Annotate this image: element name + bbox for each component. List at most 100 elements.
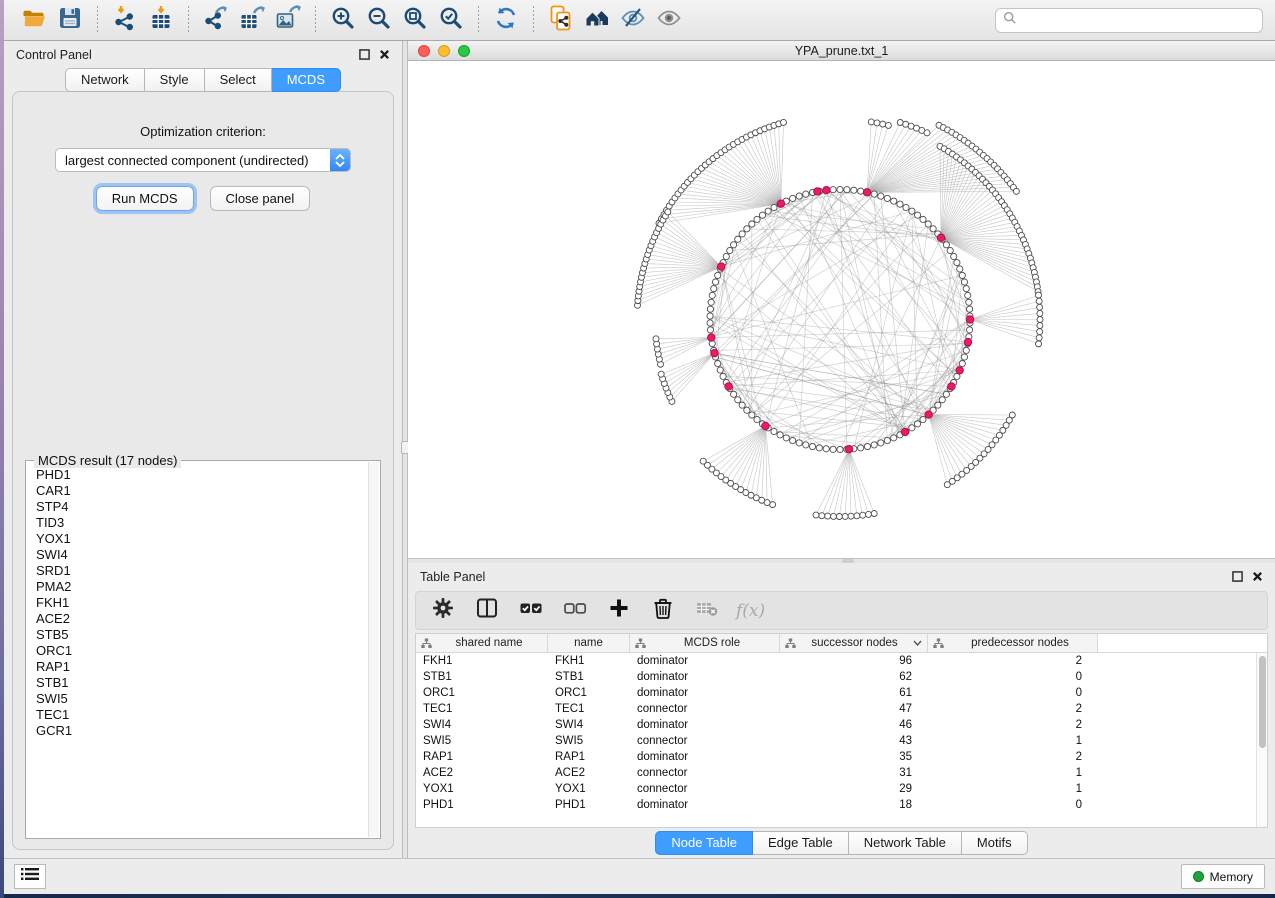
tab-mcds[interactable]: MCDS [272,68,341,92]
cell-shared_name: SWI5 [416,735,548,747]
close-panel-icon[interactable] [1252,571,1263,582]
criterion-select[interactable]: largest connected component (undirected) [55,148,351,172]
search-input[interactable] [1017,13,1255,27]
run-mcds-button[interactable]: Run MCDS [96,186,194,211]
tab-node-table[interactable]: Node Table [655,831,753,855]
table-settings-button[interactable] [428,596,458,626]
network-view[interactable] [408,61,1275,558]
refresh-button[interactable] [491,5,521,35]
save-session-button[interactable] [55,5,85,35]
tab-select[interactable]: Select [205,68,272,92]
cell-predecessor_nodes: 1 [928,767,1098,779]
zoom-in-button[interactable] [328,5,358,35]
mcds-node-pma2[interactable]: PMA2 [36,579,366,595]
table-header: shared namenameMCDS rolesuccessor nodesp… [416,634,1267,653]
column-header-mcds-role[interactable]: MCDS role [630,634,780,652]
search-icon [1003,11,1017,30]
table-body: FKH1FKH1dominator962STB1STB1dominator620… [416,653,1267,813]
table-panel-title: Table Panel [420,570,485,584]
open-session-button[interactable] [19,5,49,35]
close-window-button[interactable] [418,45,430,57]
zoom-selected-button[interactable] [436,5,466,35]
mcds-node-yox1[interactable]: YOX1 [36,531,366,547]
mcds-node-stb1[interactable]: STB1 [36,675,366,691]
float-panel-icon[interactable] [1232,571,1243,582]
main-toolbar [4,0,1275,41]
cell-shared_name: PHD1 [416,799,548,811]
table-scrollbar[interactable] [1256,653,1267,827]
show-graphics-details-button[interactable] [654,5,684,35]
table-row-stb1[interactable]: STB1STB1dominator620 [416,669,1267,685]
select-all-rows-button[interactable] [516,596,546,626]
mcds-node-rap1[interactable]: RAP1 [36,659,366,675]
plus-icon [606,595,632,626]
homes-button[interactable] [582,5,612,35]
cell-name: ORC1 [548,687,630,699]
mcds-node-fkh1[interactable]: FKH1 [36,595,366,611]
mcds-node-tid3[interactable]: TID3 [36,515,366,531]
deselect-all-rows-button[interactable] [560,596,590,626]
export-network-button[interactable] [201,5,231,35]
tab-edge-table[interactable]: Edge Table [753,831,849,855]
mcds-node-orc1[interactable]: ORC1 [36,643,366,659]
horizontal-splitter[interactable] [408,558,1275,563]
zoom-fit-button[interactable] [400,5,430,35]
mcds-node-gcr1[interactable]: GCR1 [36,723,366,739]
mcds-node-srd1[interactable]: SRD1 [36,563,366,579]
mcds-node-stp4[interactable]: STP4 [36,499,366,515]
close-panel-button[interactable]: Close panel [210,186,311,211]
column-header-shared-name[interactable]: shared name [416,634,548,652]
cell-mcds_role: connector [630,735,780,747]
minimize-window-button[interactable] [438,45,450,57]
close-panel-icon[interactable] [379,49,390,60]
tab-network[interactable]: Network [65,68,145,92]
show-columns-button[interactable] [472,596,502,626]
import-network-button[interactable] [110,5,140,35]
table-tabs: Node TableEdge TableNetwork TableMotifs [655,831,1027,855]
mcds-node-phd1[interactable]: PHD1 [36,467,366,483]
table-row-yox1[interactable]: YOX1YOX1connector291 [416,781,1267,797]
table-row-fkh1[interactable]: FKH1FKH1dominator962 [416,653,1267,669]
network-from-clipboard-button[interactable] [546,5,576,35]
hide-graphics-details-button[interactable] [618,5,648,35]
table-row-phd1[interactable]: PHD1PHD1dominator180 [416,797,1267,813]
import-table-button[interactable] [146,5,176,35]
table-row-ace2[interactable]: ACE2ACE2connector311 [416,765,1267,781]
zoom-out-button[interactable] [364,5,394,35]
cell-name: TEC1 [548,703,630,715]
function-builder-button[interactable]: f(x) [736,601,765,621]
export-table-button[interactable] [237,5,267,35]
tab-style[interactable]: Style [145,68,205,92]
memory-button[interactable]: Memory [1181,864,1265,889]
maximize-window-button[interactable] [458,45,470,57]
splitter-grip[interactable] [842,559,854,563]
mcds-result-list[interactable]: PHD1CAR1STP4TID3YOX1SWI4SRD1PMA2FKH1ACE2… [36,467,366,834]
delete-column-button[interactable] [648,596,678,626]
table-row-tec1[interactable]: TEC1TEC1connector472 [416,701,1267,717]
export-image-button[interactable] [273,5,303,35]
create-column-button[interactable] [604,596,634,626]
table-row-orc1[interactable]: ORC1ORC1dominator610 [416,685,1267,701]
column-header-successor-nodes[interactable]: successor nodes [780,634,928,652]
tab-network-table[interactable]: Network Table [849,831,962,855]
delete-table-button[interactable] [692,596,722,626]
task-history-button[interactable] [14,864,46,889]
float-panel-icon[interactable] [359,49,370,60]
mcds-result-scrollbar[interactable] [368,462,379,837]
mcds-node-ace2[interactable]: ACE2 [36,611,366,627]
mcds-node-stb5[interactable]: STB5 [36,627,366,643]
mcds-node-swi4[interactable]: SWI4 [36,547,366,563]
table-row-swi4[interactable]: SWI4SWI4dominator462 [416,717,1267,733]
column-header-name[interactable]: name [548,634,630,652]
tab-motifs[interactable]: Motifs [962,831,1028,855]
cell-successor_nodes: 31 [780,767,928,779]
mcds-tab-content: Optimization criterion: largest connecte… [12,91,394,850]
mcds-node-swi5[interactable]: SWI5 [36,691,366,707]
table-row-swi5[interactable]: SWI5SWI5connector431 [416,733,1267,749]
mcds-node-tec1[interactable]: TEC1 [36,707,366,723]
column-header-predecessor-nodes[interactable]: predecessor nodes [928,634,1098,652]
mcds-node-car1[interactable]: CAR1 [36,483,366,499]
scrollbar-thumb[interactable] [1259,656,1266,748]
table-row-rap1[interactable]: RAP1RAP1dominator352 [416,749,1267,765]
network-titlebar[interactable]: YPA_prune.txt_1 [408,41,1275,61]
